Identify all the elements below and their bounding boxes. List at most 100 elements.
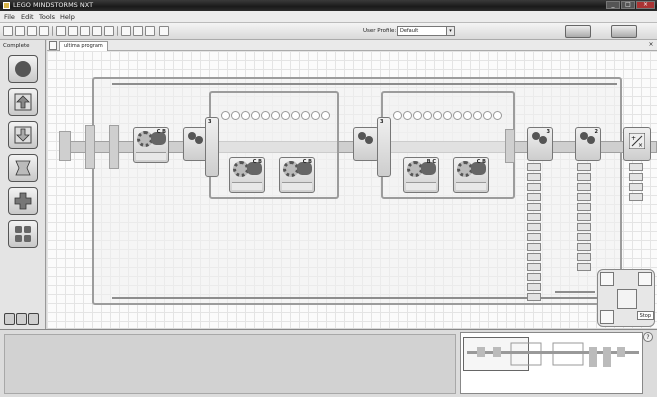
open-icon[interactable]: [15, 26, 25, 36]
user-profile-select[interactable]: Default ▾: [397, 26, 455, 36]
math-icon: +×: [629, 133, 645, 149]
data-palette-button[interactable]: [8, 187, 38, 215]
common-icon: [15, 61, 31, 77]
document-tab-row: ultima program ×: [47, 40, 657, 51]
switch-condition[interactable]: 3: [377, 117, 391, 177]
user-profile-label: User Profile:: [363, 28, 397, 34]
sensor-data-hub[interactable]: [577, 163, 591, 273]
motor-block[interactable]: C B: [229, 157, 265, 193]
motor-port-label: B C: [426, 159, 436, 165]
switch-port-number: 3: [208, 119, 212, 125]
pointer-icon[interactable]: [121, 26, 131, 36]
app-icon: [3, 2, 10, 9]
custom-palette-icon[interactable]: [159, 26, 169, 36]
new-icon[interactable]: [3, 26, 13, 36]
sensor-block[interactable]: 3: [527, 127, 553, 161]
flow-palette-button[interactable]: [8, 154, 38, 182]
svg-text:+: +: [631, 135, 636, 142]
sensor-block[interactable]: [353, 127, 379, 161]
math-block[interactable]: + ×: [623, 127, 651, 161]
robot-educator-button[interactable]: [611, 25, 637, 38]
menu-tools[interactable]: Tools: [39, 13, 55, 21]
program-canvas-area: ultima program × C B 3 C B C B 3 B C C B…: [47, 40, 657, 328]
common-palette-tab[interactable]: [4, 313, 15, 325]
copy-icon[interactable]: [68, 26, 78, 36]
user-profile-value: Default: [400, 28, 419, 34]
ultrasonic-sensor-icon: [358, 132, 374, 146]
complete-palette-tab[interactable]: [16, 313, 27, 325]
switch-condition[interactable]: 3: [205, 117, 219, 177]
flow-icon: [15, 160, 31, 176]
navigation-pane[interactable]: [460, 332, 643, 394]
download-button[interactable]: [638, 272, 652, 286]
close-document-icon[interactable]: ×: [647, 41, 655, 49]
new-document-icon[interactable]: [49, 41, 57, 50]
ultrasonic-sensor-icon: [188, 132, 204, 146]
block-data-hub[interactable]: [282, 182, 312, 190]
undo-icon[interactable]: [92, 26, 102, 36]
paste-icon[interactable]: [80, 26, 90, 36]
switch-port-number: 3: [380, 119, 384, 125]
download-run-button[interactable]: [617, 289, 637, 309]
switch-true-beam: [221, 111, 330, 121]
bottom-panel: ?: [0, 329, 657, 397]
help-icon[interactable]: ?: [643, 332, 653, 342]
loop-frame[interactable]: [92, 77, 622, 305]
program-grid[interactable]: C B 3 C B C B 3 B C C B 3 2 + × Stop: [47, 51, 657, 328]
print-icon[interactable]: [39, 26, 49, 36]
motor-port-label: C B: [302, 159, 312, 165]
block-data-hub[interactable]: [406, 182, 436, 190]
close-icon[interactable]: ×: [636, 1, 655, 9]
custom-palette-tab[interactable]: [28, 313, 39, 325]
advanced-icon: [15, 226, 31, 242]
menu-file[interactable]: File: [4, 13, 15, 21]
start-point[interactable]: [59, 131, 71, 161]
toolbar-separator: [52, 26, 54, 36]
program-thumbnail: [467, 342, 639, 367]
loop-wire-bottom: [112, 297, 617, 299]
block-data-hub[interactable]: [136, 152, 166, 160]
motor-block[interactable]: C B: [279, 157, 315, 193]
redo-icon[interactable]: [104, 26, 114, 36]
save-icon[interactable]: [27, 26, 37, 36]
comment-icon[interactable]: [145, 26, 155, 36]
sensor-palette-button[interactable]: [8, 121, 38, 149]
palette-tabs: [4, 313, 42, 327]
switch-frame[interactable]: [381, 91, 515, 199]
maximize-icon[interactable]: □: [621, 1, 635, 9]
action-palette-button[interactable]: [8, 88, 38, 116]
nxt-controller[interactable]: Stop: [597, 269, 655, 327]
motor-port-label: C B: [252, 159, 262, 165]
switch-end: [505, 129, 515, 163]
motor-block[interactable]: B C: [403, 157, 439, 193]
run-selected-button[interactable]: [600, 310, 614, 324]
math-data-hub[interactable]: [629, 163, 643, 203]
menu-edit[interactable]: Edit: [21, 13, 34, 21]
nxt-settings-button[interactable]: [600, 272, 614, 286]
help-pane: [4, 334, 456, 394]
motor-block[interactable]: C B: [133, 127, 169, 163]
sensor-block[interactable]: 2: [575, 127, 601, 161]
motor-block[interactable]: C B: [453, 157, 489, 193]
loop-begin[interactable]: [85, 125, 95, 169]
title-bar: LEGO MINDSTORMS NXT _ □ ×: [0, 0, 657, 11]
menu-help[interactable]: Help: [60, 13, 75, 21]
loop-wire-top: [112, 83, 617, 85]
document-tab[interactable]: ultima program: [59, 41, 108, 51]
cut-icon[interactable]: [56, 26, 66, 36]
loop-begin-2[interactable]: [109, 125, 119, 169]
sensor-port-number: 2: [594, 129, 598, 135]
block-data-hub[interactable]: [232, 182, 262, 190]
toolbar: User Profile: Default ▾: [0, 23, 657, 40]
pan-icon[interactable]: [133, 26, 143, 36]
palette-tab-label: Complete: [3, 43, 30, 49]
svg-text:×: ×: [638, 142, 643, 149]
common-palette-button[interactable]: [8, 55, 38, 83]
sensor-data-hub[interactable]: [527, 163, 541, 303]
nxt-window-button[interactable]: [565, 25, 591, 38]
advanced-palette-button[interactable]: [8, 220, 38, 248]
sensor-port-number: 3: [546, 129, 550, 135]
block-data-hub[interactable]: [456, 182, 486, 190]
data-wire: [555, 291, 595, 293]
minimize-icon[interactable]: _: [606, 1, 620, 9]
